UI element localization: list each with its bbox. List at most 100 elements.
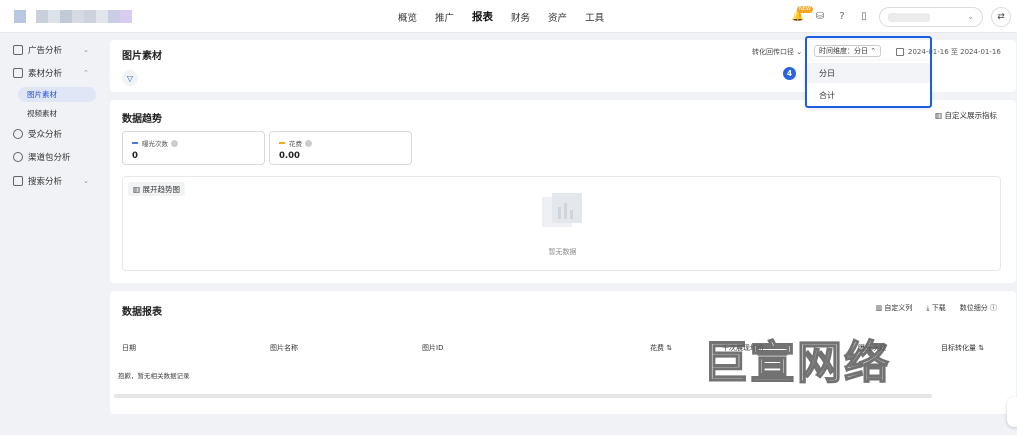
new-badge: NEW (797, 5, 813, 13)
brand-logo[interactable] (14, 10, 132, 23)
account-select[interactable]: ⌄ (879, 6, 983, 27)
chevron-down-icon: ⌄ (796, 48, 803, 56)
sidebar-item-material-analysis[interactable]: 素材分析 ⌃ (13, 65, 89, 81)
sidebar-item-channel-analysis[interactable]: 渠道包分析 (13, 149, 71, 165)
chevron-down-icon: ⌄ (967, 12, 974, 21)
empty-data-icon (542, 193, 582, 227)
expand-trend-label: 展开趋势图 (142, 184, 180, 194)
mobile-icon[interactable]: ▯ (857, 10, 871, 24)
help-icon: ⓘ (990, 304, 997, 312)
gear-icon (13, 152, 23, 162)
users-icon (13, 129, 23, 139)
date-range-text: 2024-01-16 至 2024-01-16 (908, 48, 1001, 56)
image-icon (13, 68, 23, 78)
column-label: 花费 (650, 344, 664, 352)
trend-title: 数据趋势 (122, 114, 162, 125)
nav-finance[interactable]: 财务 (511, 10, 530, 24)
sidebar-item-image-material[interactable]: 图片素材 (18, 87, 96, 102)
empty-data-text: 暂无数据 (548, 248, 577, 256)
date-range-picker[interactable]: 2024-01-16 至 2024-01-16 (896, 47, 1001, 57)
filter-icon[interactable]: ▽ (122, 70, 138, 86)
nav-promotion[interactable]: 推广 (435, 10, 454, 24)
chart-icon: ▥ (133, 184, 141, 194)
time-dimension-label: 时间维度：分日 (819, 47, 868, 55)
custom-metric-button[interactable]: ▥ 自定义展示指标 (935, 110, 997, 121)
step-badge: 4 (783, 67, 796, 80)
series-color-swatch (279, 142, 285, 144)
expand-trend-button[interactable]: ▥ 展开趋势图 (128, 182, 185, 196)
column-image-id[interactable]: 图片ID (422, 343, 443, 353)
empty-row-text: 抱歉，暂无相关数据记录 (118, 372, 190, 380)
document-icon (13, 45, 23, 55)
watermark: 巨宣网络 (702, 335, 892, 390)
floating-scroll-handle[interactable] (1007, 397, 1017, 427)
time-dimension-select[interactable]: 时间维度：分日 ⌃ (814, 45, 882, 57)
report-title: 数据报表 (122, 307, 162, 318)
account-name-blurred (888, 12, 930, 22)
column-label: 目标转化量 (941, 344, 976, 352)
trend-chart-area: ▥ 展开趋势图 暂无数据 (122, 176, 1001, 271)
sort-icon: ⇅ (666, 344, 673, 352)
sidebar-item-label: 素材分析 (28, 69, 63, 79)
notification-bell-icon[interactable]: 🔔 NEW (791, 5, 813, 24)
column-target-conversions[interactable]: 目标转化量 ⇅ (941, 343, 984, 353)
sidebar-item-ad-analysis[interactable]: 广告分析 ⌄ (13, 42, 89, 58)
dropdown-option-daily[interactable]: 分日 (806, 63, 930, 83)
custom-columns-label: 自定义列 (884, 304, 913, 312)
sidebar-item-audience-analysis[interactable]: 受众分析 (13, 126, 62, 142)
metric-label: 花费 (289, 140, 302, 148)
sidebar: 广告分析 ⌄ 素材分析 ⌃ 图片素材 视频素材 受众分析 渠道包分析 搜索分析 … (0, 33, 103, 435)
search-doc-icon (13, 176, 23, 186)
metric-card-cost[interactable]: 花费 0.00 (269, 131, 412, 165)
download-button[interactable]: ⤓ 下载 (926, 303, 945, 313)
column-cost[interactable]: 花费 ⇅ (650, 343, 672, 353)
sidebar-item-video-material[interactable]: 视频素材 (18, 106, 96, 121)
sidebar-item-label: 受众分析 (28, 130, 63, 140)
sidebar-item-label: 搜索分析 (28, 177, 63, 187)
help-icon[interactable] (171, 139, 178, 147)
report-actions: ▥ 自定义列 ⤓ 下载 数位细分 ⓘ (876, 303, 997, 313)
page-title: 图片素材 (122, 51, 162, 62)
column-image-name[interactable]: 图片名称 (270, 343, 298, 353)
main-nav: 概览 推广 报表 财务 资产 工具 (398, 0, 622, 33)
conversion-select-label: 转化回传口径 (752, 48, 794, 56)
download-label: 下载 (931, 304, 946, 312)
chart-icon: ▥ (935, 111, 943, 120)
top-right-tools: 🔔 NEW ⛁ ? ▯ ⌄ ⇄ (791, 5, 1011, 28)
conversion-select[interactable]: 转化回传口径 ⌄ (752, 47, 802, 57)
top-navbar: 概览 推广 报表 财务 资产 工具 🔔 NEW ⛁ ? ▯ ⌄ ⇄ (0, 0, 1017, 33)
chevron-up-icon: ⌃ (870, 47, 877, 55)
sort-icon: ⇅ (978, 344, 985, 352)
breakdown-button[interactable]: 数位细分 ⓘ (960, 303, 997, 313)
column-date[interactable]: 日期 (122, 343, 136, 353)
series-color-swatch (132, 142, 138, 144)
nav-assets[interactable]: 资产 (548, 10, 567, 24)
help-icon[interactable] (305, 139, 312, 147)
custom-columns-button[interactable]: ▥ 自定义列 (876, 303, 913, 313)
sidebar-item-search-analysis[interactable]: 搜索分析 ⌄ (13, 173, 89, 189)
dropdown-option-total[interactable]: 合计 (806, 85, 930, 105)
database-icon[interactable]: ⛁ (813, 10, 827, 24)
calendar-icon (896, 48, 904, 56)
metric-value: 0.00 (279, 151, 300, 161)
nav-overview[interactable]: 概览 (398, 10, 417, 24)
horizontal-scrollbar[interactable] (114, 394, 932, 398)
nav-reports[interactable]: 报表 (472, 9, 493, 24)
chevron-down-icon: ⌄ (83, 177, 89, 185)
time-dimension-dropdown: 分日 合计 (806, 61, 930, 106)
download-icon: ⤓ (926, 304, 930, 312)
sidebar-item-label: 渠道包分析 (28, 153, 71, 163)
chevron-up-icon: ⌃ (83, 69, 89, 77)
nav-tools[interactable]: 工具 (585, 10, 604, 24)
help-icon[interactable]: ? (835, 10, 849, 24)
metric-card-impressions[interactable]: 曝光次数 0 (122, 131, 265, 165)
columns-icon: ▥ (875, 304, 883, 312)
trend-panel: 数据趋势 ▥ 自定义展示指标 曝光次数 0 花费 0.00 ▥ 展开趋势图 暂无… (110, 100, 1016, 283)
sidebar-item-label: 广告分析 (28, 46, 63, 56)
custom-metric-label: 自定义展示指标 (944, 111, 998, 120)
swap-account-icon[interactable]: ⇄ (991, 6, 1011, 27)
breakdown-label: 数位细分 (959, 304, 988, 312)
chevron-down-icon: ⌄ (83, 46, 89, 54)
metric-value: 0 (132, 151, 138, 161)
metric-label: 曝光次数 (142, 140, 168, 148)
